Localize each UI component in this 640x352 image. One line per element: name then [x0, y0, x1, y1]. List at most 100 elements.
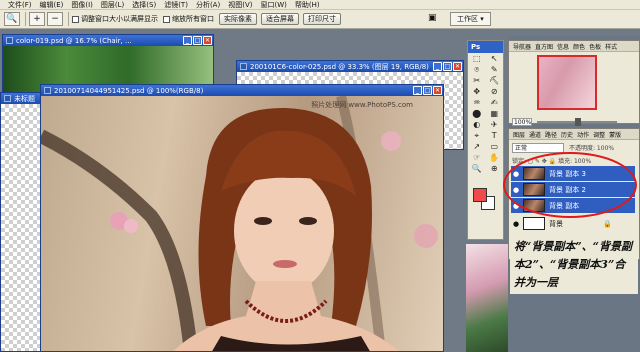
- pen-tool-icon[interactable]: ✈: [486, 119, 504, 130]
- tab-styles[interactable]: 样式: [605, 42, 617, 51]
- tab-adjustments[interactable]: 调整: [593, 130, 605, 139]
- print-size-button[interactable]: 打印尺寸: [303, 13, 341, 25]
- lasso-tool-icon[interactable]: ⌾: [468, 64, 486, 75]
- menu-analysis[interactable]: 分析(A): [196, 0, 220, 10]
- window-titlebar[interactable]: 20100714044951425.psd @ 100%(RGB/8) _ □ …: [41, 85, 443, 96]
- hand-tool-icon[interactable]: ☞: [468, 152, 486, 163]
- minimize-icon[interactable]: _: [413, 86, 422, 95]
- path-select-tool-icon[interactable]: ⌖: [468, 130, 486, 141]
- magic-wand-tool-icon[interactable]: ✎: [486, 64, 504, 75]
- window-titlebar[interactable]: 200101C6-color-025.psd @ 33.3% (图层 19, R…: [237, 61, 463, 72]
- layer-row[interactable]: ● 背景 副本: [511, 198, 635, 213]
- navigator-zoom-field[interactable]: 100%: [512, 118, 532, 126]
- window-titlebar[interactable]: color-019.psd @ 16.7% (Chair, ... _ □ ✕: [3, 35, 213, 46]
- navigator-panel: 导航器 直方图 信息 颜色 色板 样式 100%: [508, 40, 640, 126]
- window-title: 200101C6-color-025.psd @ 33.3% (图层 19, R…: [250, 62, 429, 71]
- type-tool-icon[interactable]: T: [486, 130, 504, 141]
- navigator-zoom-slider[interactable]: [537, 118, 617, 126]
- tool-grid: ⬚ ↖ ⌾ ✎ ✂ ⛏ ✥ ⊘ ♒ ✍ ⬤ ▦ ◐ ✈ ⌖ T ↗ ▭ ☞ ✋ …: [468, 53, 503, 174]
- crop-tool-icon[interactable]: ✂: [468, 75, 486, 86]
- menu-filter[interactable]: 滤镜(T): [164, 0, 188, 10]
- minimize-icon[interactable]: _: [183, 36, 192, 45]
- gradient-tool-icon[interactable]: ▦: [486, 108, 504, 119]
- zoom-in-icon[interactable]: +: [29, 12, 45, 26]
- tab-history[interactable]: 历史: [561, 130, 573, 139]
- layer-row[interactable]: ● 背景 副本 2: [511, 182, 635, 197]
- actual-pixels-button[interactable]: 实际像素: [219, 13, 257, 25]
- options-bar: 🔍 + − 调整窗口大小以满屏显示 缩放所有窗口 实际像素 适合屏幕 打印尺寸 …: [0, 10, 640, 29]
- tab-swatches[interactable]: 色板: [589, 42, 601, 51]
- tab-masks[interactable]: 蒙版: [609, 130, 621, 139]
- opacity-field[interactable]: 不透明度: 100%: [569, 143, 614, 152]
- document-icon: [6, 37, 13, 44]
- layer-row[interactable]: ● 背景 副本 3: [511, 166, 635, 181]
- eye-icon[interactable]: ●: [511, 186, 521, 194]
- panel-dock: 导航器 直方图 信息 颜色 色板 样式 100% 图层 通道 路径 历史 动作 …: [508, 36, 640, 352]
- tab-layers[interactable]: 图层: [513, 130, 525, 139]
- zoom-all-windows-checkbox[interactable]: 缩放所有窗口: [163, 14, 214, 24]
- eraser-tool-icon[interactable]: ⬤: [468, 108, 486, 119]
- tab-paths[interactable]: 路径: [545, 130, 557, 139]
- menu-select[interactable]: 选择(S): [132, 0, 156, 10]
- zoom-tool-icon[interactable]: 🔍: [4, 12, 20, 26]
- foreground-color-swatch[interactable]: [473, 188, 487, 202]
- 3d-tool-icon[interactable]: ⊕: [486, 163, 504, 174]
- eye-icon[interactable]: ●: [511, 202, 521, 210]
- layer-row[interactable]: ● 背景 🔒: [511, 216, 635, 231]
- stamp-tool-icon[interactable]: ♒: [468, 97, 486, 108]
- menu-window[interactable]: 窗口(W): [260, 0, 286, 10]
- rotate-tool-icon[interactable]: ✋: [486, 152, 504, 163]
- layer-name: 背景 副本 3: [549, 169, 586, 178]
- maximize-icon[interactable]: □: [423, 86, 432, 95]
- lock-row[interactable]: 锁定: ◻ ✎ ✥ 🔒 填充: 100%: [512, 156, 591, 165]
- shape-tool-icon[interactable]: ▭: [486, 141, 504, 152]
- history-brush-tool-icon[interactable]: ✍: [486, 97, 504, 108]
- tab-info[interactable]: 信息: [557, 42, 569, 51]
- menu-file[interactable]: 文件(F): [8, 0, 32, 10]
- tab-histogram[interactable]: 直方图: [535, 42, 553, 51]
- menu-view[interactable]: 视图(V): [228, 0, 252, 10]
- tab-color[interactable]: 颜色: [573, 42, 585, 51]
- healing-tool-icon[interactable]: ✥: [468, 86, 486, 97]
- divider: [68, 12, 69, 26]
- tab-channels[interactable]: 通道: [529, 130, 541, 139]
- dodge-tool-icon[interactable]: ◐: [468, 119, 486, 130]
- menu-help[interactable]: 帮助(H): [295, 0, 320, 10]
- navigator-thumbnail[interactable]: [537, 55, 597, 110]
- document-canvas[interactable]: [1, 104, 43, 351]
- layer-name: 背景: [549, 219, 563, 228]
- zoom-out-icon[interactable]: −: [47, 12, 63, 26]
- brush-tool-icon[interactable]: ⊘: [486, 86, 504, 97]
- slider-handle[interactable]: [575, 118, 581, 126]
- fit-screen-button[interactable]: 适合屏幕: [261, 13, 299, 25]
- close-icon[interactable]: ✕: [433, 86, 442, 95]
- move-tool-icon[interactable]: ↖: [486, 53, 504, 64]
- menu-edit[interactable]: 编辑(E): [40, 0, 64, 10]
- workspace-dropdown[interactable]: 工作区 ▾: [450, 12, 491, 26]
- minimize-icon[interactable]: _: [433, 62, 442, 71]
- tab-actions[interactable]: 动作: [577, 130, 589, 139]
- layer-thumbnail: [523, 217, 545, 230]
- tab-navigator[interactable]: 导航器: [513, 42, 531, 51]
- eye-icon[interactable]: ●: [511, 170, 521, 178]
- menu-image[interactable]: 图像(I): [71, 0, 93, 10]
- close-icon[interactable]: ✕: [453, 62, 462, 71]
- maximize-icon[interactable]: □: [193, 36, 202, 45]
- eye-icon[interactable]: ●: [511, 220, 521, 228]
- photo-canvas[interactable]: 照片处理网 www.PhotoPS.com: [41, 96, 443, 351]
- menu-layer[interactable]: 图层(L): [101, 0, 124, 10]
- direct-select-tool-icon[interactable]: ↗: [468, 141, 486, 152]
- toolbox-panel: Ps ⬚ ↖ ⌾ ✎ ✂ ⛏ ✥ ⊘ ♒ ✍ ⬤ ▦ ◐ ✈ ⌖ T ↗ ▭ ☞…: [467, 40, 504, 240]
- zoom-tool-icon[interactable]: 🔍: [468, 163, 486, 174]
- window-titlebar[interactable]: 未标题: [1, 93, 43, 104]
- close-icon[interactable]: ✕: [203, 36, 212, 45]
- document-window-main[interactable]: 20100714044951425.psd @ 100%(RGB/8) _ □ …: [40, 84, 444, 352]
- blend-mode-select[interactable]: 正常: [512, 143, 564, 153]
- marquee-tool-icon[interactable]: ⬚: [468, 53, 486, 64]
- portrait-photo: [41, 96, 438, 351]
- camera-icon[interactable]: ▣: [428, 13, 437, 23]
- document-window-back-3[interactable]: 未标题: [0, 92, 44, 352]
- slice-tool-icon[interactable]: ⛏: [486, 75, 504, 86]
- resize-windows-checkbox[interactable]: 调整窗口大小以满屏显示: [72, 14, 158, 24]
- maximize-icon[interactable]: □: [443, 62, 452, 71]
